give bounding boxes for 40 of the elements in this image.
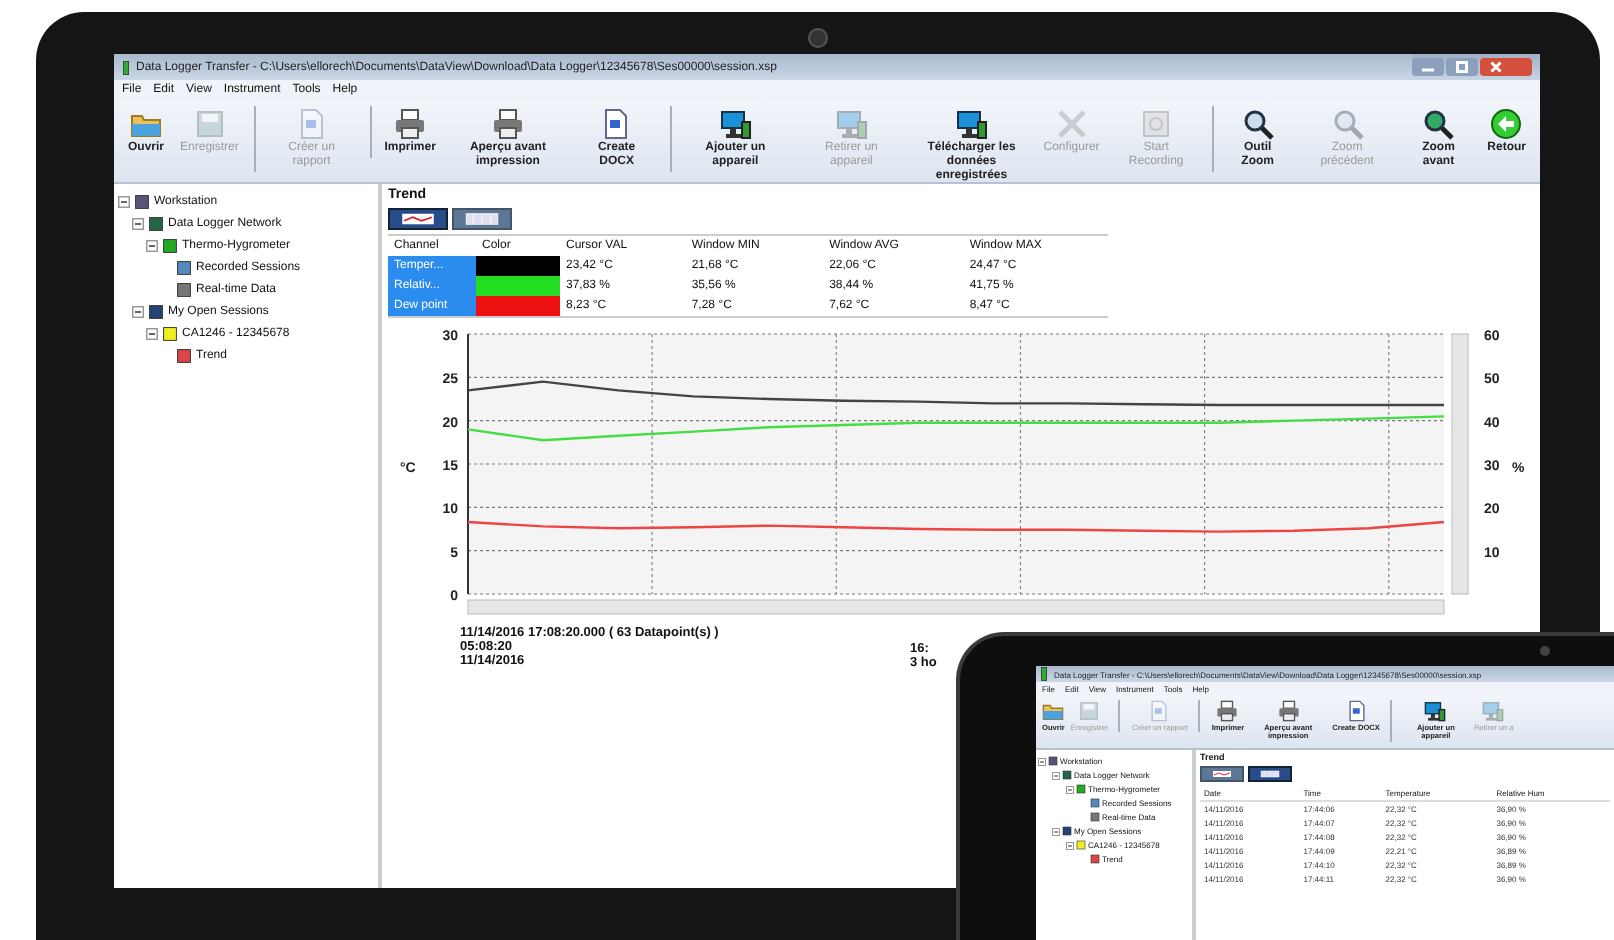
printer-icon (394, 108, 427, 140)
collapse-icon[interactable] (146, 327, 158, 339)
app-icon (122, 59, 130, 75)
collapse-icon[interactable] (1052, 771, 1060, 779)
camera-dot (808, 28, 828, 48)
collapse-icon[interactable] (132, 305, 144, 317)
camera-dot (1540, 646, 1550, 656)
monitor-icon (719, 108, 752, 140)
monitor-icon (1424, 700, 1447, 722)
view-tab[interactable] (388, 208, 448, 230)
printer-icon (1216, 700, 1239, 722)
scrollbar[interactable] (467, 599, 1445, 615)
collapse-icon[interactable] (1052, 827, 1060, 835)
document-icon (1345, 700, 1368, 722)
collapse-icon[interactable] (1066, 785, 1074, 793)
search-icon (1331, 108, 1364, 140)
document-icon (600, 108, 633, 140)
document-icon (1148, 700, 1171, 722)
record-icon (1140, 108, 1173, 140)
view-tab[interactable] (452, 208, 512, 230)
collapse-icon[interactable] (1038, 757, 1046, 765)
maximize-button[interactable] (1446, 58, 1478, 76)
printer-icon (1277, 700, 1300, 722)
zoom-in-icon (1422, 108, 1455, 140)
document-icon (295, 108, 328, 140)
view-tab[interactable] (1248, 766, 1292, 782)
collapse-icon[interactable] (132, 217, 144, 229)
monitor-icon (835, 108, 868, 140)
close-button[interactable] (1480, 58, 1532, 76)
monitor-icon (955, 108, 988, 140)
collapse-icon[interactable] (1066, 841, 1074, 849)
scrollbar[interactable] (1451, 333, 1469, 595)
search-icon (1241, 108, 1274, 140)
app-icon (1040, 666, 1048, 682)
printer-icon (491, 108, 524, 140)
collapse-icon[interactable] (146, 239, 158, 251)
minimize-button[interactable] (1412, 58, 1444, 76)
view-tab[interactable] (1200, 766, 1244, 782)
monitor-icon (1482, 700, 1505, 722)
collapse-icon[interactable] (118, 195, 130, 207)
